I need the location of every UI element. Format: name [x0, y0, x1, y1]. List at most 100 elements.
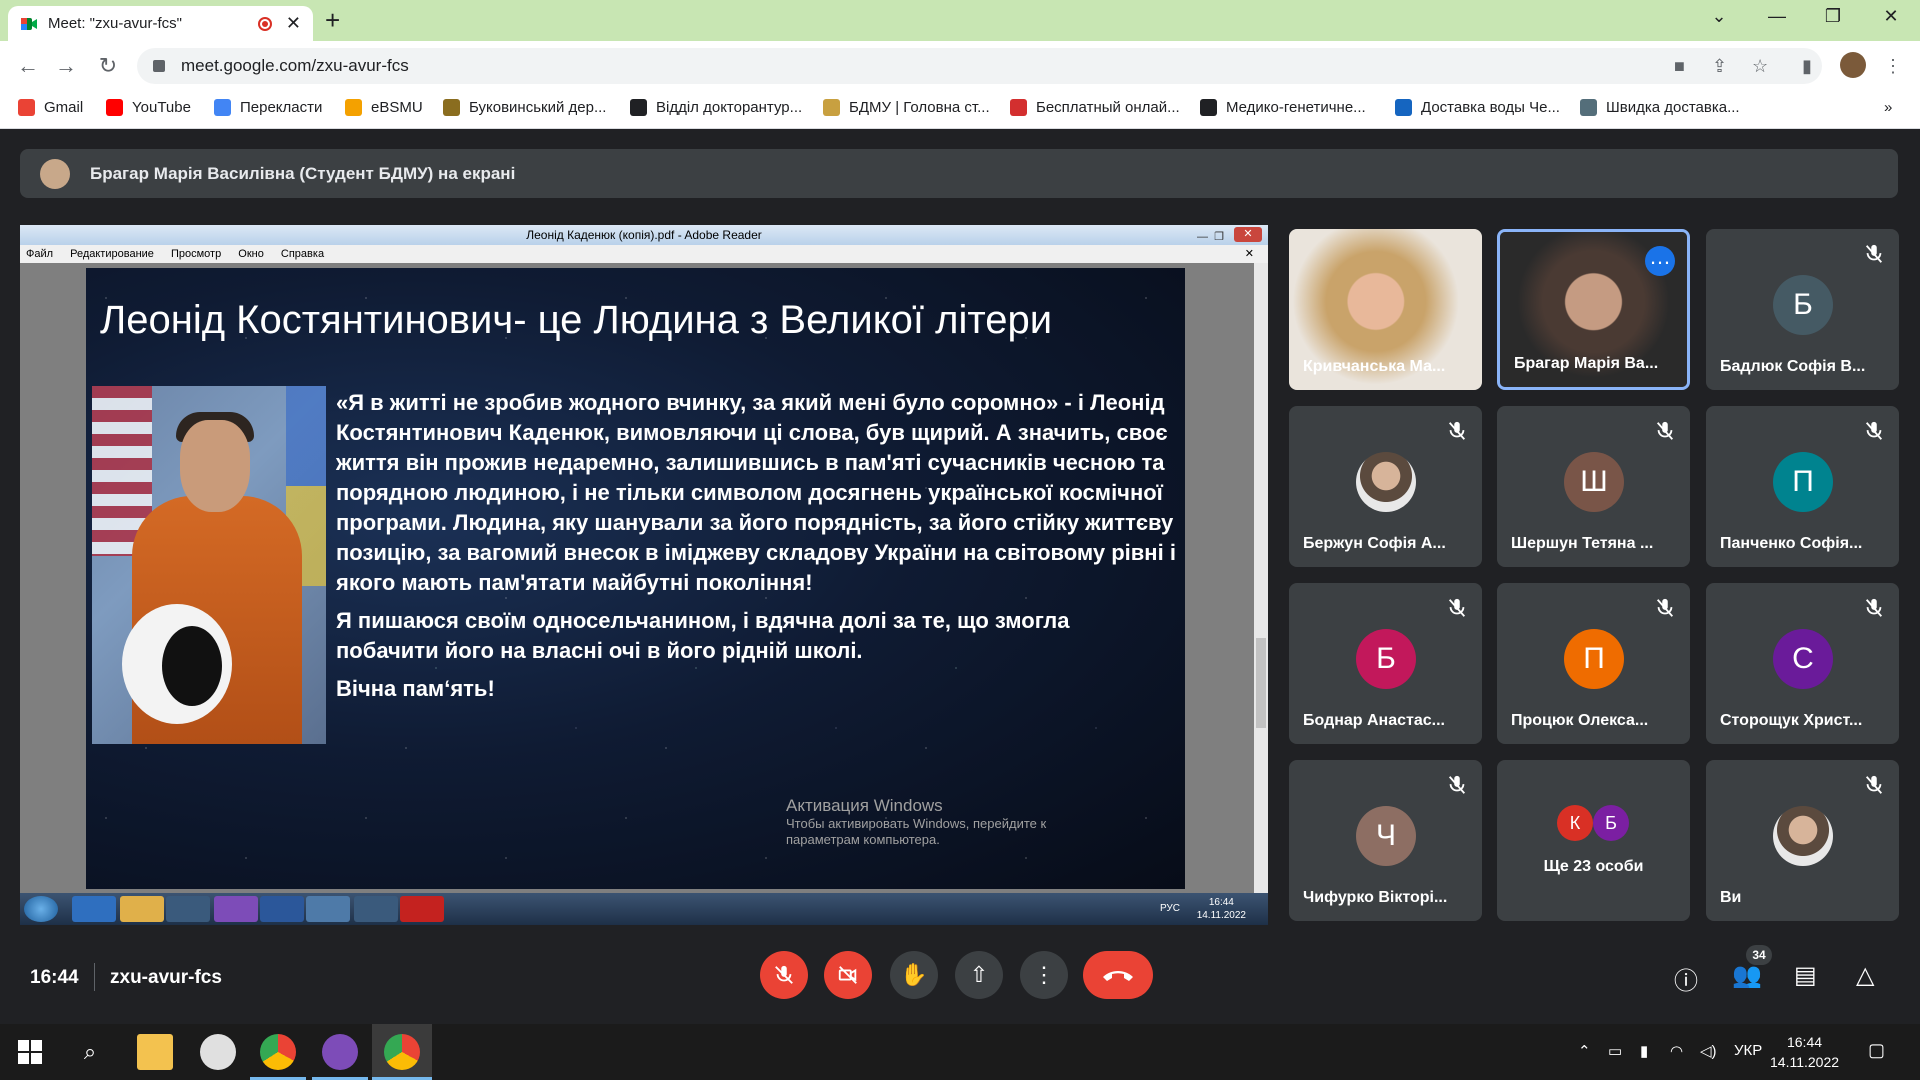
bookmark-item[interactable]: Відділ докторантур...	[630, 99, 802, 116]
chrome-icon[interactable]	[260, 1034, 296, 1070]
chat-icon[interactable]: ▤	[1794, 961, 1817, 990]
tab-search-icon[interactable]: ⌄	[1704, 6, 1734, 27]
side-panel-icon[interactable]: ▮	[1802, 56, 1812, 77]
youtube-icon	[106, 99, 123, 116]
more-options-icon[interactable]: …	[1645, 246, 1675, 276]
activities-icon[interactable]: △	[1856, 961, 1874, 990]
participant-tile[interactable]: Ш Шершун Тетяна ...	[1497, 406, 1690, 567]
camera-icon[interactable]: ■	[1674, 56, 1685, 77]
search-icon[interactable]: ⌕	[72, 1034, 108, 1070]
chrome-active-icon[interactable]	[384, 1034, 420, 1070]
slide-paragraph: Вічна пам‘ять!	[336, 676, 495, 701]
wifi-icon[interactable]: ◠	[1670, 1042, 1683, 1060]
tray-overflow-icon[interactable]: ⌃	[1578, 1042, 1591, 1060]
meeting-info-icon[interactable]: ⓘ	[1674, 961, 1698, 996]
maximize-button[interactable]: ❐	[1818, 6, 1848, 27]
participant-name: Чифурко Вікторі...	[1303, 889, 1448, 906]
reader-menu-bar: Файл Редактирование Просмотр Окно Справк…	[20, 245, 1268, 263]
windows-taskbar: ⌕ ⌃ ▭ ▮ ◠ ◁) УКР 16:44 14.11.2022 ▢	[0, 1024, 1920, 1080]
reader-title-bar: Леонід Каденюк (копія).pdf - Adobe Reade…	[20, 225, 1268, 245]
muted-mic-icon	[1654, 420, 1676, 442]
people-icon[interactable]: 👥	[1732, 961, 1762, 990]
reader-menu-file: Файл	[26, 248, 54, 260]
chrome-icon	[354, 896, 398, 922]
bukovyna-icon	[443, 99, 460, 116]
bookmark-item[interactable]: Бесплатный онлай...	[1010, 99, 1180, 116]
visor	[162, 626, 222, 706]
camera-off-button[interactable]	[824, 951, 872, 999]
present-screen-button[interactable]: ⇧	[955, 951, 1003, 999]
app-icon	[306, 896, 350, 922]
bookmark-item[interactable]: YouTube	[106, 99, 191, 116]
share-icon[interactable]: ⇪	[1712, 56, 1727, 77]
browser-tab-meet[interactable]: Meet: "zxu-avur-fcs" ✕	[8, 6, 313, 41]
reload-button[interactable]: ↻	[94, 53, 122, 79]
windows-start-icon[interactable]	[12, 1034, 48, 1070]
battery-icon[interactable]: ▭	[1608, 1042, 1622, 1060]
bookmark-item[interactable]: БДМУ | Головна ст...	[823, 99, 990, 116]
participant-tile[interactable]: П Панченко Софія...	[1706, 406, 1899, 567]
close-window-button[interactable]: ✕	[1876, 6, 1906, 27]
bookmark-item[interactable]: Перекласти	[214, 99, 322, 116]
mic-tray-icon[interactable]: ▮	[1640, 1042, 1648, 1060]
bookmark-item[interactable]: Буковинський дер...	[443, 99, 606, 116]
reader-menu-help: Справка	[280, 248, 325, 260]
participant-name: Сторощук Христ...	[1720, 712, 1863, 729]
file-explorer-icon[interactable]	[137, 1034, 173, 1070]
participant-name: Шершун Тетяна ...	[1511, 535, 1654, 552]
minimize-button[interactable]: —	[1762, 6, 1792, 27]
participant-tile[interactable]: Кривчанська Ма...	[1289, 229, 1482, 390]
new-tab-button[interactable]: +	[325, 5, 340, 36]
address-bar[interactable]: meet.google.com/zxu-avur-fcs	[137, 48, 1822, 84]
bookmark-item[interactable]: Доставка воды Че...	[1395, 99, 1560, 116]
participant-tile[interactable]: П Процюк Олекса...	[1497, 583, 1690, 744]
bookmark-item[interactable]: Швидка доставка...	[1580, 99, 1740, 116]
volume-icon[interactable]: ◁)	[1700, 1042, 1717, 1060]
raise-hand-button[interactable]: ✋	[890, 951, 938, 999]
word-icon	[260, 896, 304, 922]
gmail-icon	[18, 99, 35, 116]
menu-dots-icon[interactable]: ⋮	[1884, 56, 1902, 77]
adobe-reader-icon	[400, 896, 444, 922]
participant-tile[interactable]: Б Боднар Анастас...	[1289, 583, 1482, 744]
back-button[interactable]: ←	[14, 53, 42, 79]
shared-taskbar-clock: 16:44 14.11.2022	[1197, 896, 1246, 922]
viber-icon[interactable]	[322, 1034, 358, 1070]
mic-off-icon	[775, 965, 793, 984]
mini-avatar: Б	[1593, 805, 1629, 841]
bookmark-item[interactable]: eBSMU	[345, 99, 423, 116]
more-options-button[interactable]: ⋮	[1020, 951, 1068, 999]
bookmark-item[interactable]: Медико-генетичне...	[1200, 99, 1366, 116]
bookmarks-overflow-icon[interactable]: »	[1884, 99, 1892, 116]
participant-name: Боднар Анастас...	[1303, 712, 1445, 729]
participant-tile[interactable]: С Сторощук Христ...	[1706, 583, 1899, 744]
profile-avatar[interactable]	[1840, 52, 1866, 78]
activation-line-1: Чтобы активировать Windows, перейдите к	[786, 816, 1047, 831]
participant-avatar: Ш	[1564, 452, 1624, 512]
reader-window-title: Леонід Каденюк (копія).pdf - Adobe Reade…	[526, 228, 762, 242]
participant-name: Кривчанська Ма...	[1303, 358, 1446, 375]
mic-off-button[interactable]	[760, 951, 808, 999]
notifications-icon[interactable]: ▢	[1868, 1040, 1885, 1061]
participant-tile[interactable]: К Б Ще 23 особи	[1497, 760, 1690, 921]
participant-tile[interactable]: … Брагар Марія Ва...	[1497, 229, 1690, 390]
forward-button[interactable]: →	[52, 53, 80, 79]
leave-call-button[interactable]	[1083, 951, 1153, 999]
participant-tile[interactable]: Ч Чифурко Вікторі...	[1289, 760, 1482, 921]
app-tray-icon[interactable]	[200, 1034, 236, 1070]
slide-title: Леонід Костянтинович- це Людина з Велико…	[100, 298, 1053, 342]
shared-clock-time: 16:44	[1208, 897, 1234, 908]
participant-name: Панченко Софія...	[1720, 535, 1863, 552]
participant-name: Бадлюк Софія В...	[1720, 358, 1866, 375]
participant-tile[interactable]: Ви	[1706, 760, 1899, 921]
tab-strip: Meet: "zxu-avur-fcs" ✕ + ⌄ — ❐ ✕	[0, 0, 1920, 41]
language-indicator[interactable]: УКР	[1734, 1042, 1762, 1059]
tab-title: Meet: "zxu-avur-fcs"	[48, 15, 183, 32]
bookmark-star-icon[interactable]: ☆	[1752, 56, 1768, 77]
shared-clock-date: 14.11.2022	[1196, 910, 1246, 921]
participant-tile[interactable]: Б Бадлюк Софія В...	[1706, 229, 1899, 390]
system-clock[interactable]: 16:44 14.11.2022	[1770, 1032, 1839, 1072]
bookmark-item[interactable]: Gmail	[18, 99, 83, 116]
participant-tile[interactable]: Бержун Софія А...	[1289, 406, 1482, 567]
tab-close-icon[interactable]: ✕	[286, 13, 301, 34]
